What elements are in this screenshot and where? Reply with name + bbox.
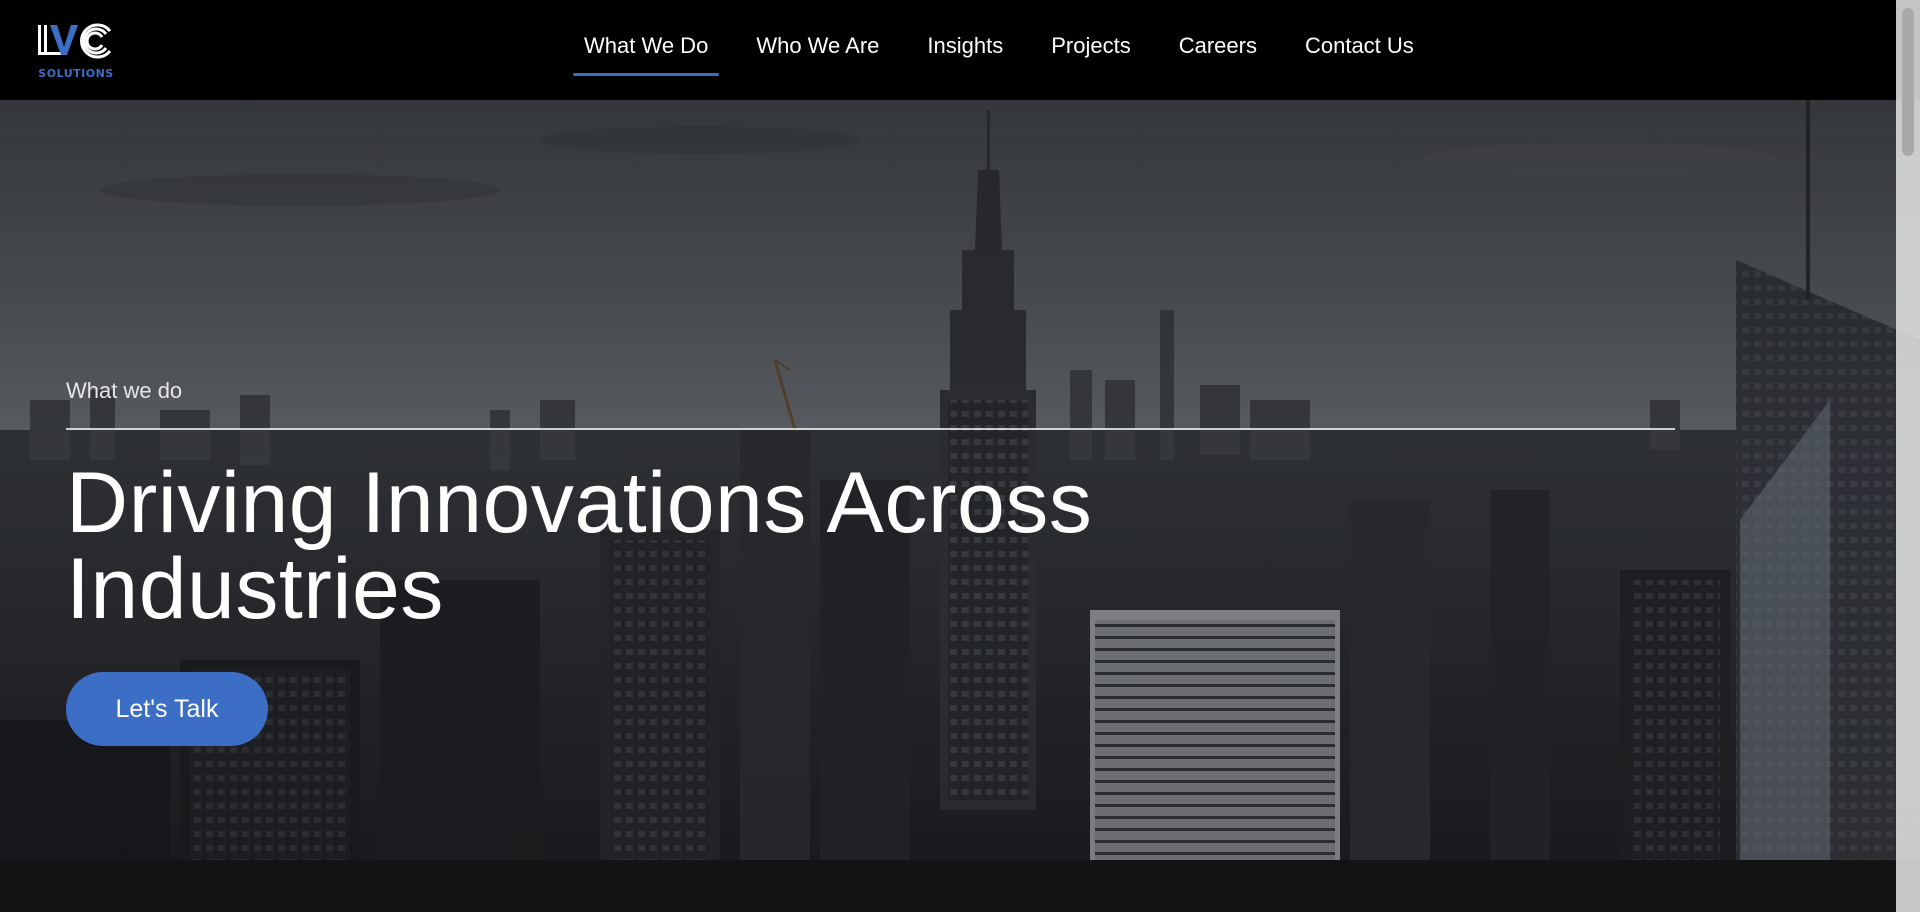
lets-talk-button[interactable]: Let's Talk (66, 672, 268, 746)
nav-item-contact-us[interactable]: Contact Us (1294, 30, 1425, 76)
nav-item-insights[interactable]: Insights (916, 30, 1014, 76)
hero-section: What we do Driving Innovations Across In… (0, 100, 1920, 912)
nav-item-careers[interactable]: Careers (1168, 30, 1268, 76)
hero-headline: Driving Innovations Across Industries (66, 460, 1466, 632)
scrollbar-thumb[interactable] (1902, 8, 1914, 156)
logo-wordmark: SOLUTIONS (38, 67, 114, 80)
main-nav: What We Do Who We Are Insights Projects … (573, 30, 1425, 76)
hero-headline-line-2: Industries (66, 541, 444, 637)
nav-item-what-we-do[interactable]: What We Do (573, 30, 720, 76)
hero-headline-line-1: Driving Innovations Across (66, 455, 1093, 551)
nav-item-projects[interactable]: Projects (1040, 30, 1141, 76)
section-eyebrow: What we do (66, 378, 183, 403)
page-scrollbar[interactable] (1896, 0, 1920, 912)
eyebrow-divider (66, 428, 1675, 430)
site-header: SOLUTIONS What We Do Who We Are Insights… (0, 0, 1920, 100)
brand-logo[interactable]: SOLUTIONS (36, 21, 116, 81)
nav-item-who-we-are[interactable]: Who We Are (745, 30, 890, 76)
logo-mark-icon (38, 23, 112, 59)
